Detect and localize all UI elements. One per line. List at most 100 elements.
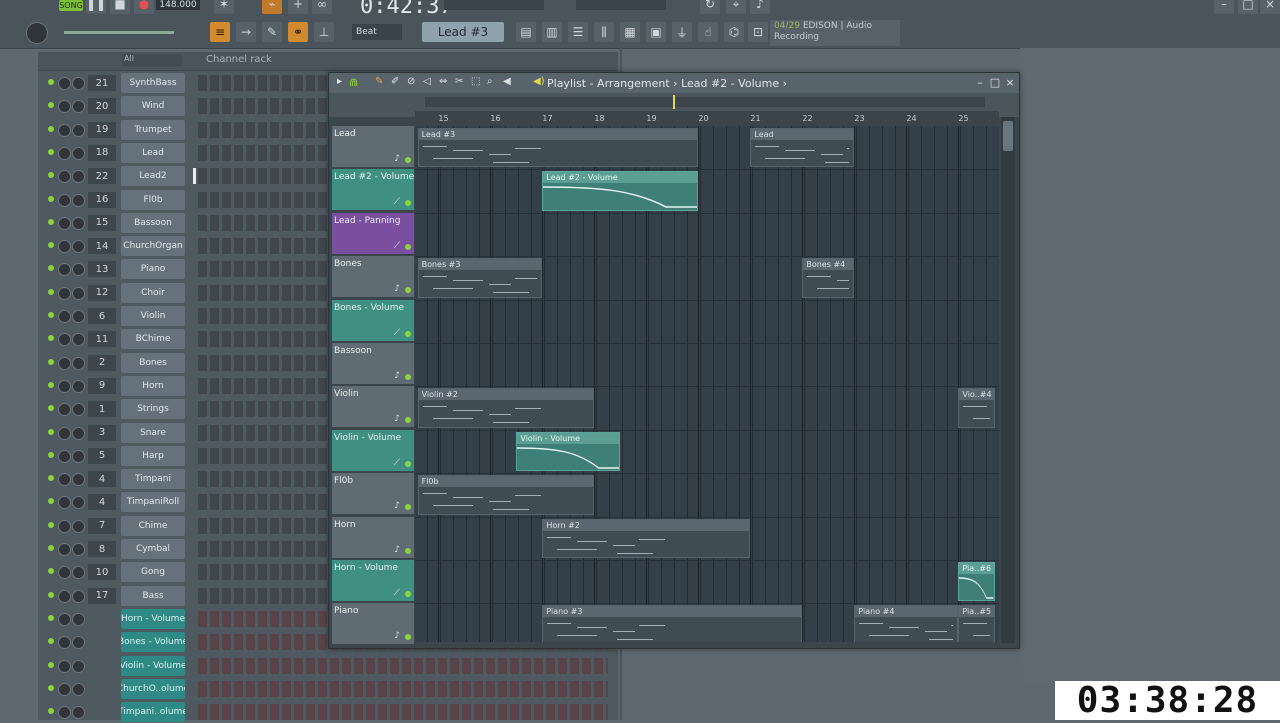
automation-clip[interactable]: Violin - Volume bbox=[516, 431, 621, 472]
track-mute-led[interactable] bbox=[405, 591, 411, 597]
channel-pan-knob[interactable] bbox=[58, 636, 71, 650]
pattern-clip[interactable]: Vio..#4 bbox=[958, 388, 995, 428]
channel-volume-knob[interactable] bbox=[72, 193, 85, 207]
mixer-track-number[interactable]: 13 bbox=[88, 261, 116, 278]
tag-icon[interactable]: ⌬ bbox=[724, 22, 744, 42]
mixer-track-number[interactable]: 20 bbox=[88, 98, 116, 115]
mixer-track-number[interactable]: 2 bbox=[88, 354, 116, 371]
channel-pan-knob[interactable] bbox=[58, 193, 71, 207]
channel-mute-led[interactable] bbox=[48, 125, 54, 132]
pattern-clip[interactable]: Pia..#5 bbox=[958, 605, 995, 642]
pattern-clip[interactable]: Lead #3 bbox=[417, 128, 699, 168]
channel-volume-knob[interactable] bbox=[72, 403, 85, 417]
channel-volume-knob[interactable] bbox=[72, 543, 85, 556]
tempo-display[interactable]: 148.000 bbox=[156, 0, 200, 10]
channel-volume-knob[interactable] bbox=[72, 240, 85, 254]
channel-volume-knob[interactable] bbox=[72, 496, 85, 510]
channel-name-button[interactable]: Piano bbox=[121, 259, 185, 280]
playhead-marker[interactable] bbox=[673, 95, 675, 109]
track-mute-led[interactable] bbox=[405, 287, 411, 294]
channel-pan-knob[interactable] bbox=[58, 100, 71, 114]
channel-mute-led[interactable] bbox=[48, 521, 54, 528]
mixer-track-number[interactable]: 15 bbox=[88, 214, 116, 231]
channel-name-button[interactable]: Bassoon bbox=[121, 212, 185, 233]
channel-mute-led[interactable] bbox=[48, 568, 54, 575]
channel-volume-knob[interactable] bbox=[72, 333, 85, 347]
playlist-titlebar[interactable]: ▸ ⋒ ✎ ✐ ⊘ ◁ ⇔ ✂ ⬚ ⌕ ◀ ◀) Playlist - Arra… bbox=[329, 73, 1019, 93]
draw-tool-icon[interactable]: ✎ bbox=[375, 76, 383, 87]
mute-tool-icon[interactable]: ◁ bbox=[423, 76, 431, 87]
slip-tool-icon[interactable]: ⇔ bbox=[439, 76, 447, 87]
track-mute-led[interactable] bbox=[405, 417, 411, 424]
track-header[interactable]: Violin ♪ bbox=[332, 386, 414, 429]
arrow-menu-icon[interactable]: ▸ bbox=[337, 76, 342, 87]
track-header[interactable]: Piano ♪ bbox=[332, 603, 414, 646]
channel-name-button[interactable]: Violin bbox=[121, 306, 185, 326]
channel-mute-led[interactable] bbox=[48, 475, 54, 482]
channel-volume-knob[interactable] bbox=[72, 310, 85, 323]
channel-mute-led[interactable] bbox=[48, 708, 54, 715]
channel-mute-led[interactable] bbox=[48, 172, 54, 179]
channel-row[interactable]: Violin - Volume bbox=[38, 655, 618, 677]
track-mute-led[interactable] bbox=[405, 374, 411, 380]
channel-volume-knob[interactable] bbox=[72, 706, 85, 720]
bar-ruler[interactable]: 15 16 17 18 19 20 21 22 23 24 25 bbox=[415, 111, 999, 126]
blend-notes-icon[interactable]: ⌁ bbox=[262, 0, 282, 14]
piano-roll-icon[interactable]: ▥ bbox=[542, 22, 562, 42]
channel-name-button[interactable]: Wind bbox=[121, 96, 185, 117]
track-mute-led[interactable] bbox=[405, 200, 411, 207]
pattern-clip[interactable]: Lead bbox=[750, 128, 855, 168]
vertical-scroll-thumb[interactable] bbox=[1003, 121, 1013, 151]
channel-mute-led[interactable] bbox=[48, 79, 54, 85]
channel-mute-led[interactable] bbox=[48, 381, 54, 388]
delete-tool-icon[interactable]: ⊘ bbox=[407, 76, 415, 87]
plug-icon[interactable]: ⏚ bbox=[672, 22, 692, 42]
mixer-track-number[interactable]: 5 bbox=[88, 447, 116, 464]
minimize-icon[interactable]: – bbox=[974, 77, 986, 89]
channel-filter-select[interactable]: All bbox=[122, 54, 182, 67]
song-mode-button[interactable]: SONG bbox=[59, 0, 83, 11]
channel-name-button[interactable]: Bones - Volume bbox=[121, 632, 185, 653]
channel-pan-knob[interactable] bbox=[58, 216, 71, 230]
mixer-track-number[interactable]: 10 bbox=[88, 564, 116, 581]
mixer-track-number[interactable]: 1 bbox=[88, 401, 116, 418]
step-edit-icon[interactable]: + bbox=[288, 0, 308, 14]
mixer-track-number[interactable]: 14 bbox=[88, 238, 116, 255]
mixer-track-number[interactable]: 3 bbox=[88, 424, 116, 441]
channel-name-button[interactable]: Lead2 bbox=[121, 166, 185, 187]
channel-mute-led[interactable] bbox=[48, 405, 54, 412]
channel-name-button[interactable]: Horn - Volume bbox=[121, 608, 185, 629]
channel-volume-knob[interactable] bbox=[72, 566, 85, 580]
timeline-overview[interactable] bbox=[425, 97, 985, 107]
channel-volume-knob[interactable] bbox=[72, 100, 85, 114]
channel-mute-led[interactable] bbox=[48, 312, 54, 318]
pattern-clip[interactable]: Fl0b bbox=[417, 475, 595, 515]
channel-volume-knob[interactable] bbox=[72, 519, 85, 533]
mic-icon[interactable]: ♪ bbox=[750, 0, 770, 14]
channel-name-button[interactable]: Bones bbox=[121, 352, 185, 373]
channel-mute-led[interactable] bbox=[48, 545, 54, 551]
channel-pan-knob[interactable] bbox=[58, 706, 71, 720]
magnet-icon[interactable]: ⋒ bbox=[349, 76, 358, 89]
mixer-track-number[interactable]: 7 bbox=[88, 517, 116, 534]
channel-pan-knob[interactable] bbox=[58, 496, 71, 510]
channel-volume-knob[interactable] bbox=[72, 659, 85, 673]
brush-icon[interactable]: ✎ bbox=[262, 22, 282, 42]
track-mute-led[interactable] bbox=[405, 547, 411, 554]
mixer-track-number[interactable]: 11 bbox=[88, 331, 116, 348]
stamp-icon[interactable]: ⊥ bbox=[314, 22, 334, 42]
zoom-tool-icon[interactable]: ⌕ bbox=[487, 76, 493, 87]
channel-pan-knob[interactable] bbox=[58, 77, 71, 90]
pin-icon[interactable]: ⌖ bbox=[726, 0, 746, 14]
playlist-icon[interactable]: ≡ bbox=[210, 22, 230, 42]
link-icon[interactable]: ⚭ bbox=[288, 22, 308, 42]
channel-pan-knob[interactable] bbox=[58, 426, 71, 440]
channel-pan-knob[interactable] bbox=[58, 519, 71, 533]
channel-name-button[interactable]: BChime bbox=[121, 329, 185, 350]
channel-pan-knob[interactable] bbox=[58, 123, 71, 137]
select-tool-icon[interactable]: ⬚ bbox=[471, 76, 480, 87]
channel-name-button[interactable]: Trumpet bbox=[121, 119, 185, 140]
track-header[interactable]: Lead #2 - Volume ⟋ bbox=[332, 169, 414, 212]
pattern-clip[interactable]: Piano #4 bbox=[854, 605, 959, 642]
pattern-clip[interactable]: Bones #4 bbox=[802, 258, 855, 298]
